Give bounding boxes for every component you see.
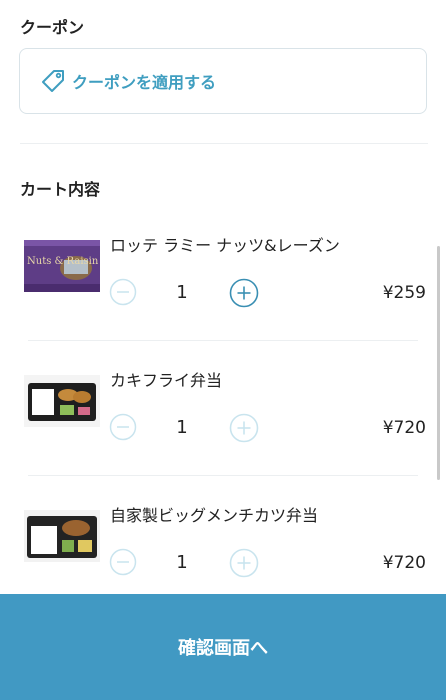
item-price: ¥720 [382,418,426,438]
item-price: ¥259 [382,283,426,303]
item-quantity: 1 [176,417,188,438]
cart-item: カキフライ弁当 1 ¥720 [0,341,446,476]
tag-icon [42,70,64,92]
product-image-lotte-rummy: Nuts & Raisin [24,240,100,292]
coupon-section-title: クーポン [20,18,85,37]
go-to-confirmation-button[interactable]: 確認画面へ [0,594,446,700]
item-quantity: 1 [176,552,188,573]
cart-item: 自家製ビッグメンチカツ弁当 1 ¥720 [0,476,446,594]
increase-quantity-button[interactable] [229,413,259,443]
decrease-quantity-button[interactable] [109,548,137,576]
product-image-menchi-katsu-bento [24,510,100,562]
cart-scrollbar[interactable] [437,246,440,480]
item-quantity: 1 [176,282,188,303]
item-name: ロッテ ラミー ナッツ&レーズン [110,236,340,255]
apply-coupon-button[interactable]: クーポンを適用する [19,48,427,114]
cart-item: Nuts & Raisin ロッテ ラミー ナッツ&レーズン 1 ¥259 [0,206,446,341]
item-name: 自家製ビッグメンチカツ弁当 [110,506,319,525]
cart-section-title: カート内容 [20,180,101,199]
increase-quantity-button[interactable] [229,548,259,578]
decrease-quantity-button[interactable] [109,413,137,441]
item-name: カキフライ弁当 [110,371,223,390]
product-image-kaki-fry-bento [24,375,100,427]
cart-item-list[interactable]: Nuts & Raisin ロッテ ラミー ナッツ&レーズン 1 ¥259 カキ… [0,206,446,594]
decrease-quantity-button[interactable] [109,278,137,306]
item-price: ¥720 [382,553,426,573]
product-image-text: Nuts & Raisin [27,256,99,267]
section-divider [20,143,428,144]
apply-coupon-label: クーポンを適用する [72,73,217,92]
increase-quantity-button[interactable] [229,278,259,308]
